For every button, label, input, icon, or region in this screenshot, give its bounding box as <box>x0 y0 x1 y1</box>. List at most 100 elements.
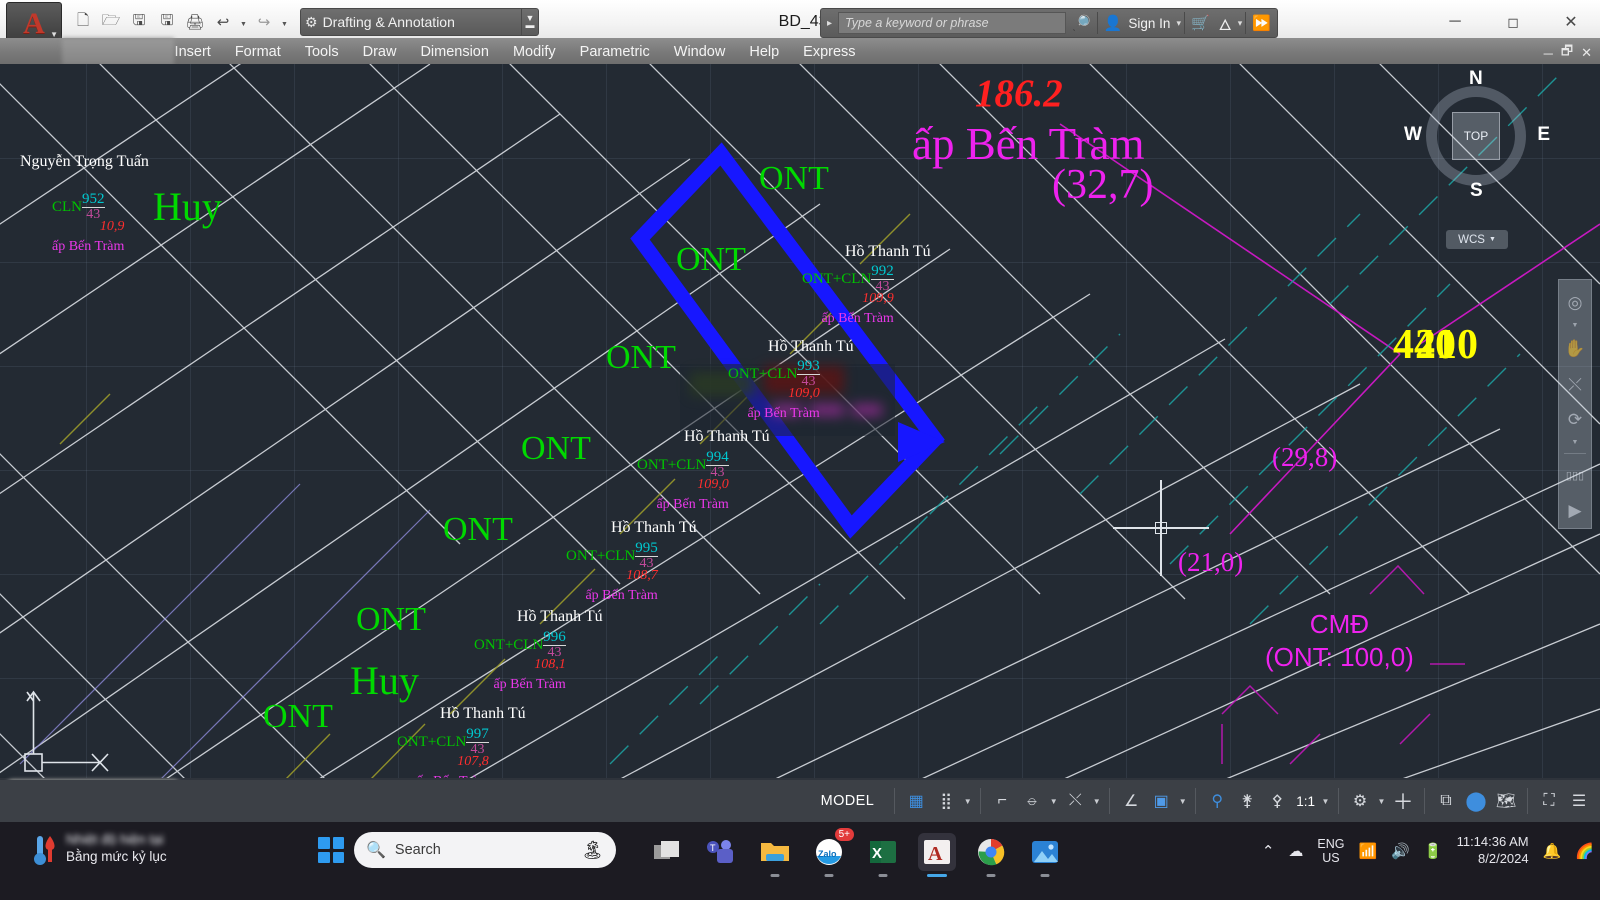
task-view-icon[interactable] <box>648 833 686 871</box>
autoscale-toggle[interactable]: ⚵ <box>1232 786 1262 816</box>
view-cube-top-face[interactable]: TOP <box>1452 112 1500 160</box>
autodesk-app-store-icon[interactable]: 🛒 <box>1188 14 1213 32</box>
doc-restore-button[interactable]: 🗗 <box>1561 42 1573 64</box>
fullscreen-icon[interactable]: ⛶ <box>1534 786 1564 816</box>
menu-item-window[interactable]: Window <box>662 44 738 60</box>
customization-icon[interactable]: ☰ <box>1564 786 1594 816</box>
plot-icon[interactable]: 🖨 <box>182 9 208 35</box>
help-icon[interactable]: 🜂 <box>1216 8 1235 39</box>
help-dropdown-icon[interactable]: ▾ <box>1238 18 1243 29</box>
doc-close-button[interactable]: ✕ <box>1581 45 1592 61</box>
ucs-dropdown-icon[interactable]: ▼ <box>1176 797 1189 806</box>
copilot-icon[interactable]: 🌈 <box>1575 842 1594 860</box>
redo-icon[interactable]: ↪ <box>251 9 277 35</box>
menu-item-tools[interactable]: Tools <box>293 44 351 60</box>
file-explorer-icon[interactable] <box>756 833 794 877</box>
undo-icon[interactable]: ↩ <box>210 9 236 35</box>
undo-dropdown-icon[interactable]: ▼ <box>238 9 249 35</box>
zalo-icon[interactable]: Zalo 5+ <box>810 828 854 877</box>
parcel-fraction: 996 43 <box>543 630 566 660</box>
doc-minimize-button[interactable]: ─ <box>1544 46 1553 61</box>
parcel-village: ấp Bến Tràm <box>493 677 566 692</box>
clean-screen-icon[interactable]: 🗺 <box>1491 786 1521 816</box>
taskbar-search[interactable]: 🔍 Search 🏝 <box>354 832 616 868</box>
autocad-taskbar-icon[interactable]: A <box>918 833 956 877</box>
save-as-icon[interactable]: 🖫 <box>154 9 180 35</box>
expand-arrow-icon[interactable]: ▸ <box>824 18 835 29</box>
view-cube[interactable]: TOP N S W E <box>1404 68 1550 201</box>
object-snap-toggle[interactable]: ⤬ <box>1060 786 1090 816</box>
ucs-selector-button[interactable]: WCS ▼ <box>1446 230 1508 249</box>
teams-icon[interactable]: T <box>702 833 740 871</box>
orbit-icon[interactable]: ⟳ <box>1560 404 1590 438</box>
ortho-mode-toggle[interactable]: ⌐ <box>987 786 1017 816</box>
menu-item-format[interactable]: Format <box>223 44 293 60</box>
workspace-switching-icon[interactable]: ⚙ <box>1345 786 1375 816</box>
excel-icon[interactable]: X <box>864 833 902 877</box>
save-icon[interactable]: 🖫 <box>126 9 152 35</box>
pan-icon[interactable]: ✋ <box>1560 332 1590 366</box>
sign-in-button[interactable]: Sign In <box>1128 16 1173 31</box>
menu-item-dimension[interactable]: Dimension <box>408 44 501 60</box>
dynamic-ucs-toggle[interactable]: ▣ <box>1146 786 1176 816</box>
open-icon[interactable]: 🗁 <box>98 9 124 35</box>
compass-west-label[interactable]: W <box>1404 124 1422 146</box>
showmotion-play-icon[interactable]: ▶ <box>1560 494 1590 528</box>
menu-item-help[interactable]: Help <box>737 44 791 60</box>
menu-item-draw[interactable]: Draw <box>351 44 409 60</box>
chrome-icon[interactable] <box>972 833 1010 877</box>
compass-east-label[interactable]: E <box>1537 124 1550 146</box>
object-snap-tracking-toggle[interactable]: ∠ <box>1116 786 1146 816</box>
dimension-186-2: 186.2 <box>975 72 1063 115</box>
svg-text:A: A <box>928 843 943 865</box>
model-space-button[interactable]: MODEL <box>807 793 889 809</box>
annotation-scale-label[interactable]: 1:1 <box>1292 794 1319 809</box>
menu-item-express[interactable]: Express <box>791 44 867 60</box>
notification-bell-icon[interactable]: 🔔 <box>1543 842 1562 860</box>
showmotion-thumbnails-icon[interactable]: ▯▯▯ <box>1560 459 1590 493</box>
photos-icon[interactable] <box>1026 833 1064 877</box>
volume-icon[interactable]: 🔊 <box>1391 842 1410 860</box>
search-input[interactable]: Type a keyword or phrase <box>838 12 1067 34</box>
redo-dropdown-icon[interactable]: ▼ <box>279 9 290 35</box>
polar-dropdown-icon[interactable]: ▼ <box>1047 797 1060 806</box>
wifi-icon[interactable]: 📶 <box>1359 842 1378 860</box>
land-use-label-ont-5: ONT <box>356 601 426 638</box>
new-icon[interactable]: 🗋 <box>70 9 96 35</box>
running-indicator-chrome <box>986 874 996 877</box>
taskbar-app-icons: T Zalo 5+ X A <box>648 828 1064 877</box>
onedrive-cloud-icon[interactable]: ☁ <box>1288 842 1303 860</box>
menu-item-modify[interactable]: Modify <box>501 44 568 60</box>
graphics-performance-icon[interactable]: ⬤ <box>1461 786 1491 816</box>
hardware-acceleration-icon[interactable]: ＋ <box>1388 786 1418 816</box>
workspace-dropdown-icon[interactable]: ▼ <box>1375 797 1388 806</box>
drawing-canvas[interactable]: ONT ONT ONT ONT ONT ONT ONT Huy Huy Nguyễn Trọn… <box>0 64 1600 780</box>
more-icon[interactable]: ⏩ <box>1249 14 1274 32</box>
language-indicator[interactable]: ENG US <box>1317 837 1344 866</box>
start-button-icon[interactable] <box>318 837 344 863</box>
snap-dropdown-icon[interactable]: ▼ <box>961 797 974 806</box>
workspace-selector[interactable]: ⚙ Drafting & Annotation ▼ <box>300 8 535 36</box>
chevron-down-icon[interactable]: ▼ <box>1572 322 1579 331</box>
isolate-objects-icon[interactable]: ⧉ <box>1431 786 1461 816</box>
workspace-more-button[interactable]: ▼ ▬ <box>521 8 539 36</box>
zoom-icon[interactable]: ⤬ <box>1560 368 1590 402</box>
menu-item-parametric[interactable]: Parametric <box>568 44 662 60</box>
tray-overflow-icon[interactable]: ⌃ <box>1262 842 1275 860</box>
compass-south-label[interactable]: S <box>1470 180 1483 202</box>
sign-in-dropdown-icon[interactable]: ▾ <box>1176 18 1181 29</box>
polar-tracking-toggle[interactable]: ⦵ <box>1017 786 1047 816</box>
search-binoculars-icon[interactable]: 🔎 <box>1069 14 1094 32</box>
battery-icon[interactable]: 🔋 <box>1424 842 1443 860</box>
steering-wheel-icon[interactable]: ◎ <box>1560 286 1590 320</box>
scale-dropdown-icon[interactable]: ▼ <box>1319 797 1332 806</box>
chevron-down-icon-2[interactable]: ▼ <box>1572 439 1579 448</box>
grid-display-toggle[interactable]: ▦ <box>901 786 931 816</box>
clock[interactable]: 11:14:36 AM 8/2/2024 <box>1457 834 1529 868</box>
compass-north-label[interactable]: N <box>1469 68 1483 90</box>
snap-mode-toggle[interactable]: ⣿ <box>931 786 961 816</box>
weather-widget[interactable]: Nhiệt độ hiện tại Bằng mức kỷ lục <box>28 832 167 866</box>
annotation-visibility-toggle[interactable]: ⚲ <box>1202 786 1232 816</box>
annotation-monitor-toggle[interactable]: ⚴ <box>1262 786 1292 816</box>
osnap-dropdown-icon[interactable]: ▼ <box>1090 797 1103 806</box>
